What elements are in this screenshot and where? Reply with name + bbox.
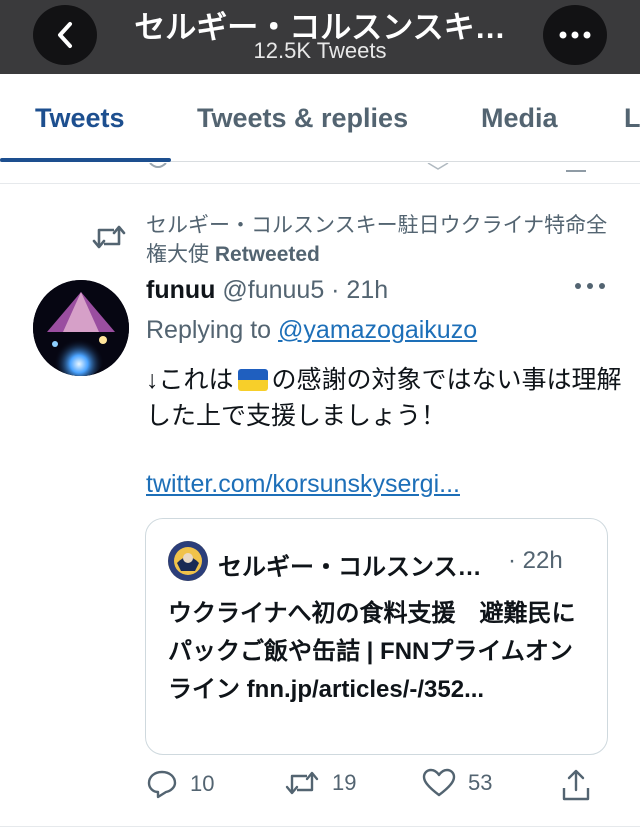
tab-tweets[interactable]: Tweets (35, 103, 125, 134)
tweet-author[interactable]: funuu @funuu5 · 21h (146, 276, 388, 305)
tweet-link[interactable]: twitter.com/korsunskysergi... (146, 470, 460, 499)
retweet-button[interactable]: 19 (284, 768, 356, 798)
tab-likes[interactable]: L (624, 103, 640, 134)
retweet-context[interactable]: セルギー・コルスンスキー駐日ウクライナ特命全権大使 Retweeted (146, 211, 616, 269)
reply-button[interactable]: 10 (146, 768, 214, 800)
chevron-left-icon (58, 22, 72, 48)
avatar-image (33, 280, 129, 376)
active-tab-indicator (0, 158, 171, 162)
reply-count: 10 (190, 771, 215, 796)
tab-media[interactable]: Media (481, 103, 558, 134)
author-handle-time: @funuu5 · 21h (222, 276, 389, 304)
retweet-count: 19 (332, 770, 357, 795)
quoted-tweet[interactable]: セルギー・コルスンス… · 22h ウクライナへ初の食料支援 避難民にパックご飯… (145, 518, 608, 755)
divider (0, 183, 640, 184)
avatar[interactable] (33, 280, 129, 376)
quoted-avatar (168, 541, 208, 581)
ellipsis-icon (559, 31, 591, 39)
tweet-count: 12.5K Tweets (253, 38, 387, 63)
heart-icon (422, 768, 456, 797)
tweet-actions: 10 19 53 (0, 768, 640, 808)
retweet-icon (285, 771, 319, 795)
tweet-text: ↓これは の感謝の対象ではない事は理解した上で支援しましょう！ (146, 362, 626, 434)
tweet-more-icon[interactable] (574, 282, 606, 290)
tweet-text-start: ↓これは (146, 366, 234, 394)
share-button[interactable] (560, 768, 592, 802)
like-count: 53 (468, 770, 493, 795)
quoted-avatar-image (168, 541, 208, 581)
profile-header: セルギー・コルスンスキ… 12.5K Tweets (0, 0, 640, 74)
quoted-author-name: セルギー・コルスンス… (218, 554, 482, 581)
replying-to: Replying to @yamazogaikuzo (146, 316, 477, 345)
replying-to-label: Replying to (146, 316, 272, 344)
retweet-icon (92, 225, 126, 249)
share-icon (562, 769, 590, 801)
divider (0, 826, 640, 827)
like-button[interactable]: 53 (422, 768, 492, 798)
profile-tabs: Tweets Tweets & replies Media L (0, 74, 640, 162)
previous-tweet-peek (0, 163, 640, 177)
back-button[interactable] (33, 5, 97, 65)
quoted-text: ウクライナへ初の食料支援 避難民にパックご飯や缶詰 | FNNプライムオンライン… (168, 600, 576, 703)
reply-icon (147, 770, 177, 799)
ukraine-flag-icon (237, 369, 268, 391)
reply-handle-link[interactable]: @yamazogaikuzo (278, 316, 477, 344)
more-button[interactable] (543, 5, 607, 65)
author-name: funuu (146, 276, 216, 304)
tab-tweets-replies[interactable]: Tweets & replies (197, 103, 408, 134)
retweeted-label: Retweeted (214, 243, 320, 266)
quoted-time: · 22h (508, 547, 563, 574)
